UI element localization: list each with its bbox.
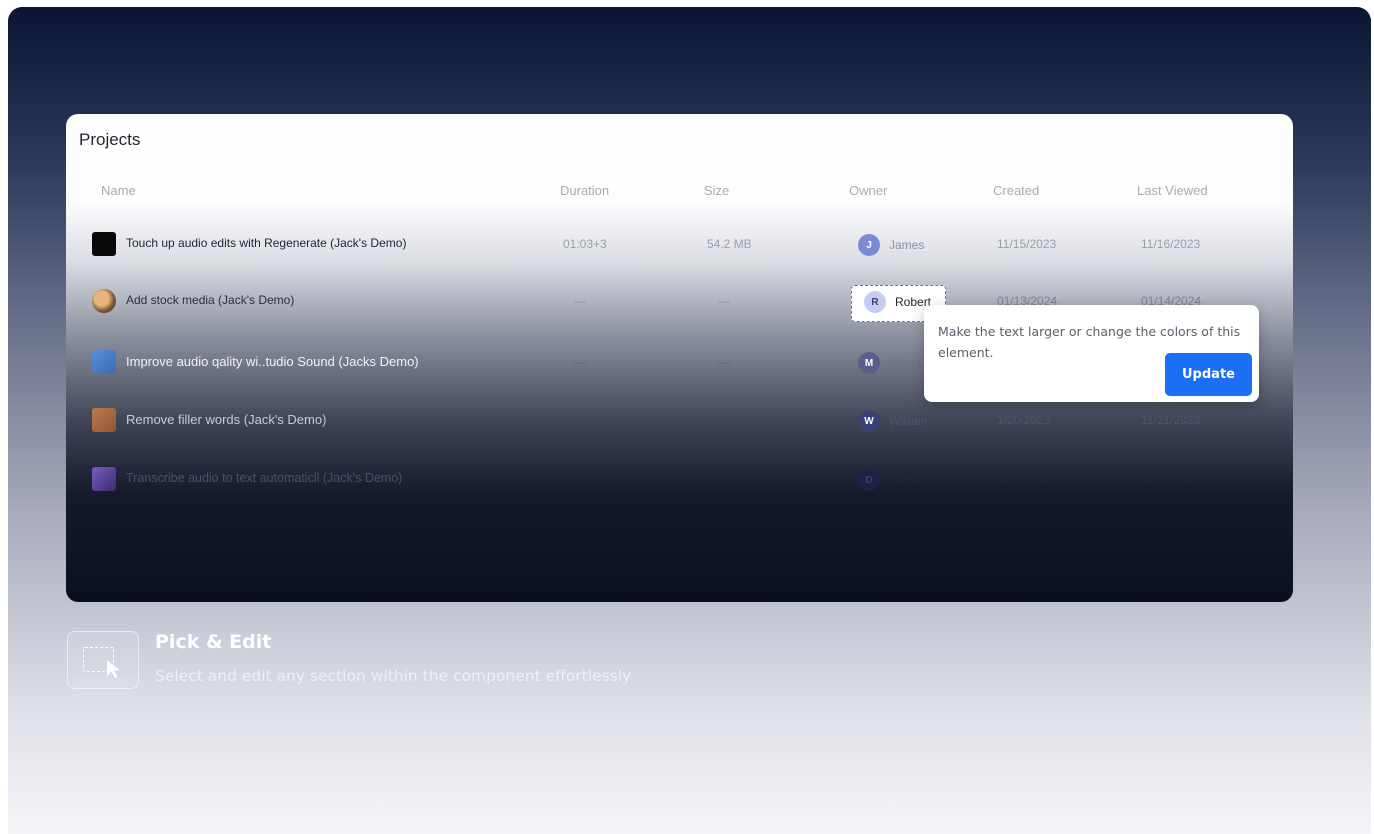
avatar: D — [858, 469, 880, 491]
table-header: Name Duration Size Owner Created Last Vi… — [66, 183, 1293, 203]
owner-name: Micha — [889, 356, 922, 370]
project-name[interactable]: Transcribe audio to text automaticll (Ja… — [126, 471, 402, 485]
table-row[interactable]: Touch up audio edits with Regenerate (Ja… — [66, 228, 1293, 262]
update-button[interactable]: Update — [1165, 353, 1252, 396]
project-size: 703.1 MB — [707, 472, 759, 486]
owner-name: James — [889, 238, 925, 252]
project-owner[interactable]: D David — [858, 467, 920, 493]
select-cursor-icon — [67, 631, 139, 689]
project-name[interactable]: Improve audio qality wi..tudio Sound (Ja… — [126, 354, 419, 369]
column-header-owner[interactable]: Owner — [849, 183, 887, 198]
project-owner[interactable]: M Micha — [858, 350, 921, 376]
edit-tooltip: Make the text larger or change the color… — [924, 305, 1259, 402]
project-created: 11/15/2023 — [997, 237, 1057, 251]
project-name[interactable]: Remove filler words (Jack's Demo) — [126, 412, 326, 427]
avatar: R — [864, 291, 886, 313]
project-created: 1/20/2023 — [997, 413, 1051, 427]
cursor-icon — [107, 660, 120, 678]
column-header-last-viewed[interactable]: Last Viewed — [1137, 183, 1208, 198]
project-duration: — — [574, 416, 586, 430]
project-duration: — — [574, 355, 586, 369]
showcase-background: Projects Name Duration Size Owner Create… — [8, 7, 1371, 834]
feature-title: Pick & Edit — [155, 631, 272, 653]
project-thumbnail — [92, 467, 116, 491]
project-thumbnail — [92, 350, 116, 374]
project-owner[interactable]: W William — [858, 408, 928, 434]
table-row[interactable]: Transcribe audio to text automaticll (Ja… — [66, 463, 1293, 497]
feature-subtitle: Select and edit any section within the c… — [155, 667, 632, 685]
project-last-viewed: 10/17/2023 — [1141, 472, 1202, 486]
project-thumbnail — [92, 408, 116, 432]
project-duration: 01:03+3 — [563, 237, 607, 251]
project-thumbnail — [92, 232, 116, 256]
column-header-name[interactable]: Name — [101, 183, 136, 198]
project-last-viewed: 11/21/2023 — [1141, 413, 1201, 427]
table-row[interactable]: Remove filler words (Jack's Demo) — — W … — [66, 404, 1293, 438]
project-owner[interactable]: R Robert — [864, 289, 931, 315]
project-created: 10/16/2023 — [997, 472, 1058, 486]
avatar: W — [858, 410, 880, 432]
project-name[interactable]: Add stock media (Jack's Demo) — [126, 293, 294, 307]
owner-name: David — [889, 473, 920, 487]
column-header-size[interactable]: Size — [704, 183, 729, 198]
project-owner[interactable]: J James — [858, 232, 924, 258]
project-size: — — [718, 416, 730, 430]
avatar: J — [858, 234, 880, 256]
column-header-duration[interactable]: Duration — [560, 183, 609, 198]
project-size: 54.2 MB — [707, 237, 752, 251]
page-title: Projects — [79, 130, 141, 149]
avatar: M — [858, 352, 880, 374]
project-last-viewed: 11/16/2023 — [1141, 237, 1201, 251]
project-size: — — [718, 294, 730, 308]
project-duration: 00:02 — [563, 472, 594, 486]
project-duration: — — [574, 294, 586, 308]
project-name[interactable]: Touch up audio edits with Regenerate (Ja… — [126, 236, 406, 250]
owner-name: William — [889, 414, 928, 428]
column-header-created[interactable]: Created — [993, 183, 1039, 198]
project-thumbnail — [92, 289, 116, 313]
project-size: — — [718, 355, 730, 369]
